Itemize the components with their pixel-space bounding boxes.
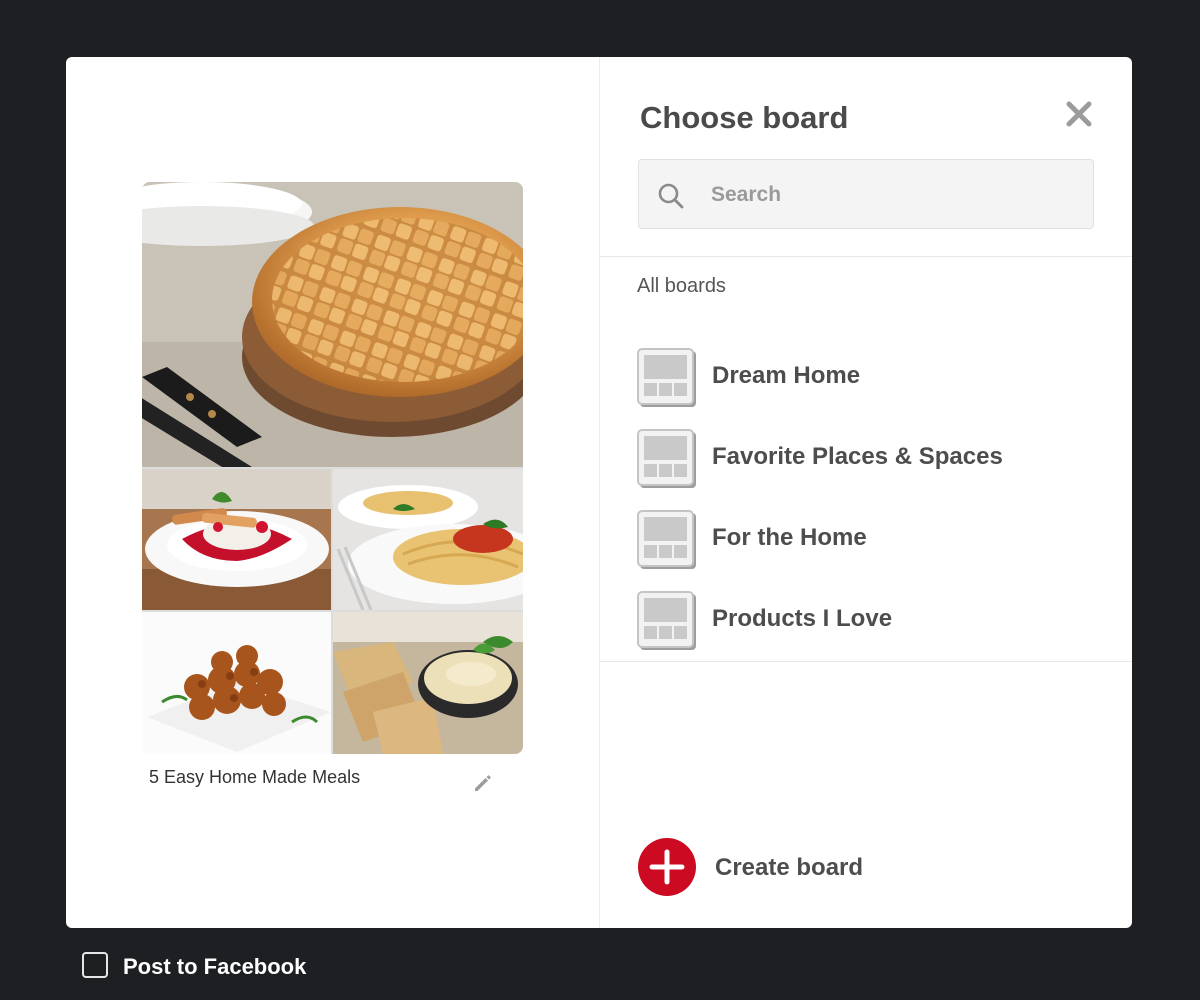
post-to-facebook-label: Post to Facebook [123, 954, 307, 979]
create-board-label: Create board [715, 854, 864, 881]
post-to-facebook-checkbox[interactable] [82, 952, 108, 978]
pin-preview: 5 Easy Home Made Meals [66, 57, 599, 928]
board-name: Products I Love [712, 605, 893, 632]
close-icon[interactable] [1065, 100, 1093, 128]
board-picker: Choose board All boards [600, 57, 1132, 928]
board-item-for-the-home[interactable]: For the Home [637, 510, 1097, 574]
list-divider [600, 661, 1132, 662]
plus-icon [637, 837, 697, 897]
board-name: Favorite Places & Spaces [712, 443, 1003, 470]
pin-description: 5 Easy Home Made Meals [149, 767, 361, 787]
pin-image-collage [142, 182, 523, 754]
search-icon [657, 182, 685, 210]
board-icon [637, 429, 697, 489]
search-box [638, 159, 1094, 230]
dialog-title: Choose board [640, 100, 849, 135]
search-input[interactable] [709, 160, 1083, 230]
pencil-icon[interactable] [471, 771, 495, 795]
board-icon [637, 510, 697, 570]
board-name: For the Home [712, 524, 867, 551]
board-icon [637, 348, 697, 408]
board-item-dream-home[interactable]: Dream Home [637, 348, 1097, 412]
spaghetti-image [333, 469, 523, 610]
hummus-image [333, 612, 523, 754]
save-pin-dialog: 5 Easy Home Made Meals Choose board Sear… [66, 57, 1132, 928]
board-item-products-i-love[interactable]: Products I Love [637, 591, 1097, 655]
board-name: Dream Home [712, 362, 861, 389]
create-board-button[interactable]: Create board [637, 837, 937, 899]
board-icon [637, 591, 697, 651]
dessert-image [142, 469, 331, 610]
section-label-all-boards: All boards [637, 275, 726, 297]
pie-image [142, 182, 523, 467]
search-divider [600, 256, 1132, 257]
board-item-favorite-places-spaces[interactable]: Favorite Places & Spaces [637, 429, 1097, 493]
chicken-skewers-image [142, 612, 331, 754]
